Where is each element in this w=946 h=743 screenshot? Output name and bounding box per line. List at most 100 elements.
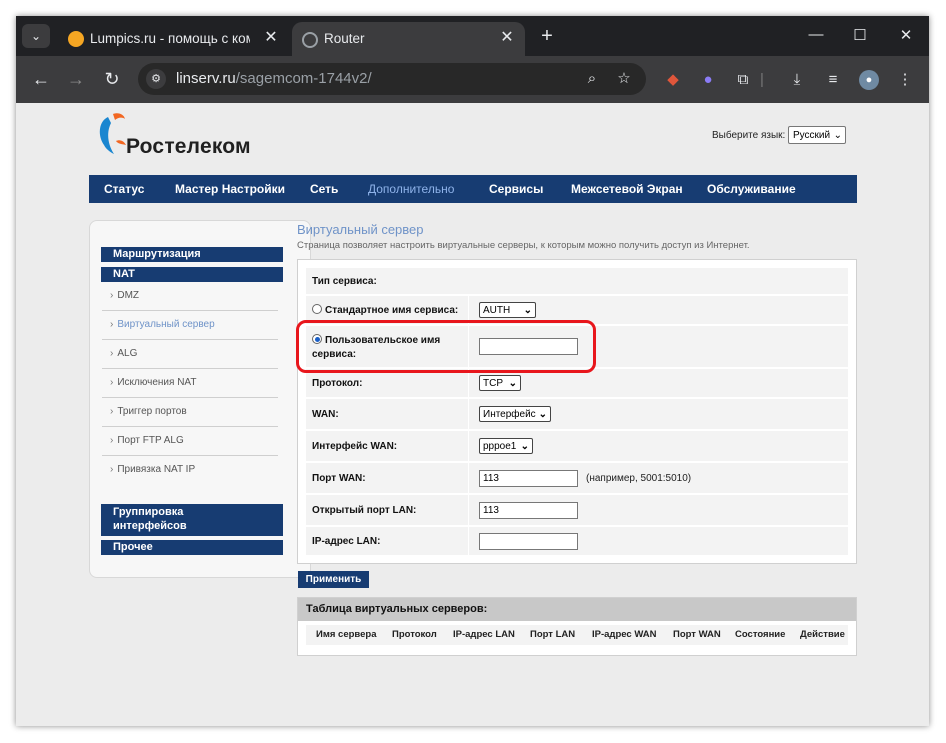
chevron-down-icon: ⌄ — [833, 130, 842, 141]
back-icon[interactable]: ← — [30, 68, 52, 90]
page-description: Страница позволяет настроить виртуальные… — [297, 240, 750, 251]
chevron-down-icon: ⌄ — [523, 305, 532, 316]
brand-name: Ростелеком — [126, 135, 251, 158]
wan-port-label: Порт WAN: — [312, 473, 366, 484]
table-header-row: Имя сервера Протокол IP-адрес LAN Порт L… — [306, 625, 848, 645]
lan-port-row: Открытый порт LAN: 113 — [306, 495, 848, 525]
sidebar-nat[interactable]: NAT — [101, 267, 283, 282]
url-text[interactable]: linserv.ru/sagemcom-1744v2/ — [176, 70, 372, 87]
reload-icon[interactable]: ↻ — [101, 68, 123, 90]
browser-toolbar: ← → ↻ ⚙ linserv.ru/sagemcom-1744v2/ ⌕ ☆ … — [16, 56, 929, 103]
virtual-server-form: Тип сервиса: Стандартное имя сервиса: AU… — [297, 259, 857, 564]
forward-icon[interactable]: → — [65, 68, 87, 90]
language-label: Выберите язык: — [712, 130, 786, 141]
sidebar-item-nat-exceptions[interactable]: › Исключения NAT — [102, 369, 278, 398]
sidebar-other[interactable]: Прочее — [101, 540, 283, 555]
col-lan-port: Порт LAN — [530, 629, 576, 640]
minimize-icon[interactable]: — — [806, 26, 826, 43]
col-server-name: Имя сервера — [316, 629, 377, 640]
apply-button[interactable]: Применить — [298, 571, 369, 588]
standard-service-radio[interactable] — [312, 304, 322, 314]
nav-advanced[interactable]: Дополнительно — [368, 175, 454, 203]
media-queue-icon[interactable]: ≡ — [823, 70, 843, 90]
protocol-row: Протокол: TCP ⌄ — [306, 369, 848, 397]
lan-ip-input[interactable] — [479, 533, 578, 550]
globe-icon — [302, 32, 318, 48]
chevron-right-icon: › — [110, 377, 114, 388]
zoom-icon[interactable]: ⌕ — [582, 69, 602, 89]
rostelecom-logo-icon — [99, 113, 126, 154]
site-info-icon[interactable]: ⚙ — [146, 69, 166, 89]
sidebar: Маршрутизация NAT › DMZ › Виртуальный серв… — [89, 220, 311, 578]
virtual-servers-table: Таблица виртуальных серверов: Имя сервер… — [297, 597, 857, 656]
col-lan-ip: IP-адрес LAN — [453, 629, 515, 640]
chevron-right-icon: › — [110, 406, 114, 417]
wan-interface-row: Интерфейс WAN: pppoe1 ⌄ — [306, 431, 848, 461]
chevron-right-icon: › — [110, 348, 114, 359]
sidebar-item-dmz[interactable]: › DMZ — [102, 282, 278, 311]
download-icon[interactable]: ⤓ — [787, 70, 807, 90]
protocol-select[interactable]: TCP ⌄ — [479, 375, 521, 391]
bookmark-star-icon[interactable]: ☆ — [614, 69, 634, 89]
lan-port-label: Открытый порт LAN: — [312, 505, 417, 516]
new-tab-button[interactable]: + — [536, 25, 558, 47]
service-type-row: Тип сервиса: — [306, 268, 848, 294]
close-tab-icon[interactable]: ✕ — [498, 29, 516, 47]
lan-port-input[interactable]: 113 — [479, 502, 578, 519]
chevron-down-icon: ⌄ — [538, 409, 547, 420]
fox-extension-icon[interactable]: ◆ — [663, 70, 683, 90]
tab-search-button[interactable]: ⌄ — [22, 24, 50, 48]
address-bar[interactable]: ⚙ linserv.ru/sagemcom-1744v2/ ⌕ ☆ — [138, 63, 646, 95]
col-wan-port: Порт WAN — [673, 629, 721, 640]
col-action: Действие — [800, 629, 845, 640]
tab-lumpics[interactable]: Lumpics.ru - помощь с компь ✕ — [58, 22, 286, 56]
nav-services[interactable]: Сервисы — [489, 175, 543, 203]
chevron-right-icon: › — [110, 435, 114, 446]
tab-strip: ⌄ Lumpics.ru - помощь с компь ✕ Router ✕… — [16, 16, 929, 56]
wan-select[interactable]: Интерфейс ⌄ — [479, 406, 551, 422]
page-viewport: Ростелеком Выберите язык: Русский ⌄ Стат… — [16, 103, 929, 726]
close-window-icon[interactable]: ✕ — [896, 26, 916, 44]
chevron-down-icon: ⌄ — [508, 378, 517, 389]
lumpics-favicon-icon — [68, 31, 84, 47]
sidebar-item-port-trigger[interactable]: › Триггер портов — [102, 398, 278, 427]
ghost-extension-icon[interactable]: ● — [698, 70, 718, 90]
standard-service-select[interactable]: AUTH ⌄ — [479, 302, 536, 318]
standard-service-option[interactable]: Стандартное имя сервиса: — [312, 304, 458, 316]
sidebar-item-alg[interactable]: › ALG — [102, 340, 278, 369]
sidebar-item-nat-ip-binding[interactable]: › Привязка NAT IP — [102, 456, 278, 484]
chevron-right-icon: › — [110, 290, 114, 301]
nav-firewall[interactable]: Межсетевой Экран — [571, 175, 683, 203]
close-tab-icon[interactable]: ✕ — [262, 29, 280, 47]
browser-window: ⌄ Lumpics.ru - помощь с компь ✕ Router ✕… — [16, 16, 929, 726]
col-status: Состояние — [735, 629, 786, 640]
col-wan-ip: IP-адрес WAN — [592, 629, 657, 640]
wan-port-input[interactable]: 113 — [479, 470, 578, 487]
sidebar-item-ftp-alg[interactable]: › Порт FTP ALG — [102, 427, 278, 456]
nav-maintenance[interactable]: Обслуживание — [707, 175, 796, 203]
profile-avatar[interactable]: ● — [859, 70, 879, 90]
sidebar-routing[interactable]: Маршрутизация — [101, 247, 283, 262]
table-title: Таблица виртуальных серверов: — [298, 598, 856, 621]
nav-network[interactable]: Сеть — [310, 175, 338, 203]
extensions-puzzle-icon[interactable]: ⧉ — [733, 70, 753, 90]
tab-router[interactable]: Router ✕ — [292, 22, 525, 56]
wan-interface-select[interactable]: pppoe1 ⌄ — [479, 438, 533, 454]
sidebar-interface-grouping[interactable]: Группировка интерфейсов — [101, 504, 283, 536]
nav-status[interactable]: Статус — [104, 175, 144, 203]
wan-port-row: Порт WAN: 113 (например, 5001:5010) — [306, 463, 848, 493]
toolbar-divider: | — [760, 71, 764, 88]
wan-label: WAN: — [312, 409, 339, 420]
protocol-label: Протокол: — [312, 378, 363, 389]
nav-setup-wizard[interactable]: Мастер Настройки — [175, 175, 285, 203]
kebab-menu-icon[interactable]: ⋮ — [895, 70, 915, 90]
chevron-right-icon: › — [110, 319, 114, 330]
sidebar-item-virtual-server[interactable]: › Виртуальный сервер — [102, 311, 278, 340]
language-value: Русский — [793, 130, 831, 141]
wan-port-hint: (например, 5001:5010) — [586, 473, 692, 484]
col-protocol: Протокол — [392, 629, 437, 640]
chevron-right-icon: › — [110, 464, 114, 475]
maximize-icon[interactable]: ☐ — [850, 26, 870, 44]
tab-title: Lumpics.ru - помощь с компь — [90, 31, 250, 46]
language-select[interactable]: Русский ⌄ — [788, 126, 846, 144]
